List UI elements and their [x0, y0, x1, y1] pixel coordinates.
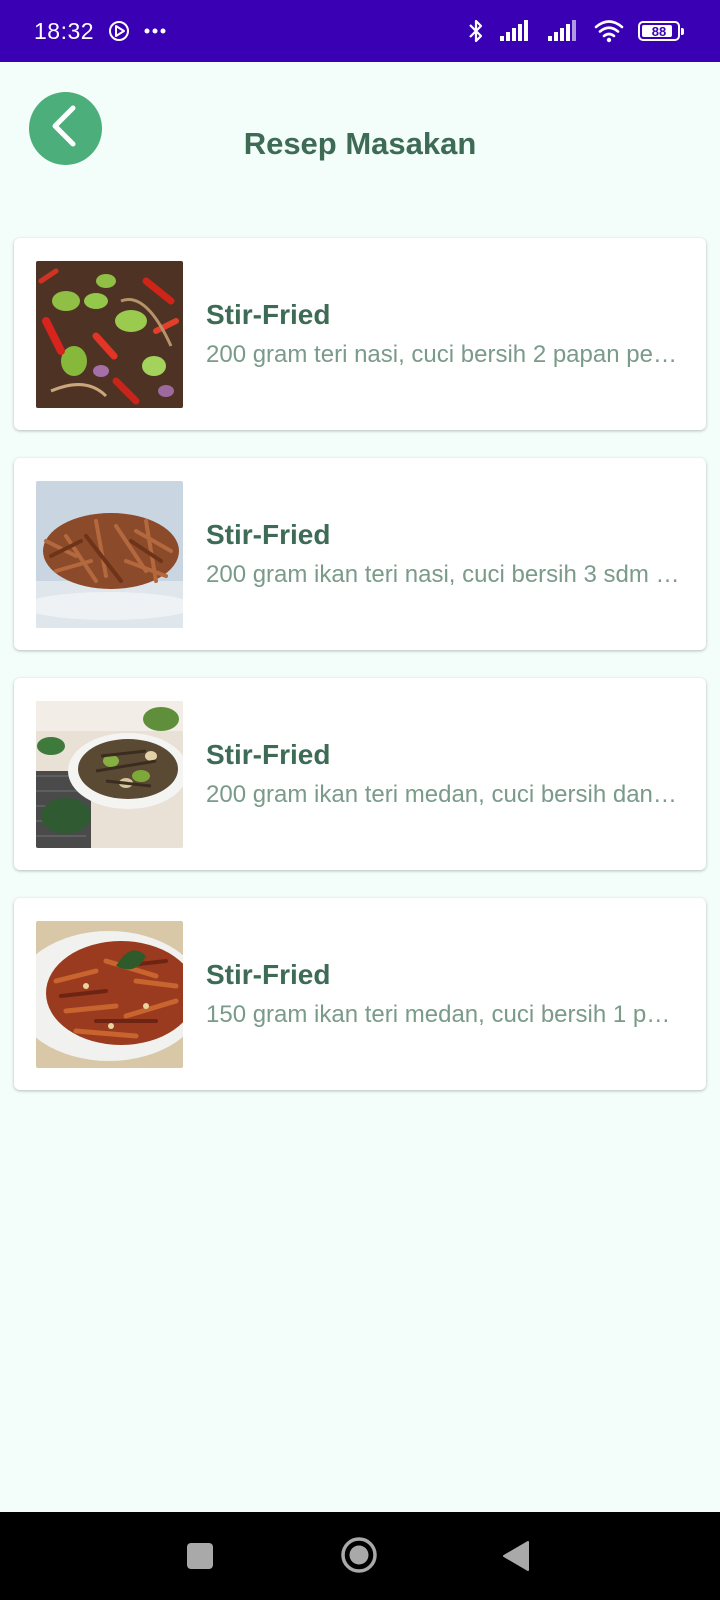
home-icon [340, 1536, 378, 1579]
recipe-title: Stir-Fried [206, 299, 331, 330]
status-right: 88 [468, 18, 684, 44]
battery-level: 88 [651, 23, 667, 39]
status-bar: 18:32 88 [0, 0, 720, 62]
media-icon [108, 20, 130, 42]
recipe-list: Stir-Fried 200 gram teri nasi, cuci bers… [14, 238, 706, 1118]
status-left: 18:32 [34, 18, 166, 45]
recipe-title: Stir-Fried [206, 519, 331, 550]
signal-icon [546, 20, 580, 42]
signal-icon [498, 20, 532, 42]
recipe-image [36, 480, 183, 628]
recipe-description: 200 gram ikan teri medan, cuci bersih da… [206, 781, 681, 808]
recipe-card[interactable]: Stir-Fried 150 gram ikan teri medan, cuc… [14, 898, 706, 1090]
recipe-description: 200 gram ikan teri nasi, cuci bersih 3 s… [206, 561, 681, 588]
recipe-card[interactable]: Stir-Fried 200 gram teri nasi, cuci bers… [14, 238, 706, 430]
recents-button[interactable] [186, 1542, 214, 1575]
bluetooth-icon [468, 18, 484, 44]
more-icon [144, 28, 166, 34]
recipe-image [36, 260, 183, 408]
recipe-image [36, 920, 183, 1068]
navigation-bar [0, 1512, 720, 1600]
back-icon [502, 1540, 530, 1577]
recipe-text: Stir-Fried 150 gram ikan teri medan, cuc… [206, 959, 681, 1029]
recipe-description: 200 gram teri nasi, cuci bersih 2 papan … [206, 341, 681, 368]
status-time: 18:32 [34, 17, 95, 44]
home-button[interactable] [340, 1536, 378, 1579]
wifi-icon [594, 19, 624, 43]
recipe-title: Stir-Fried [206, 959, 331, 990]
recipe-description: 150 gram ikan teri medan, cuci bersih 1 … [206, 1001, 681, 1028]
battery-icon: 88 [638, 21, 684, 41]
recipe-image [36, 700, 183, 848]
page-title: Resep Masakan [243, 126, 477, 161]
recipe-title: Stir-Fried [206, 739, 331, 770]
recipe-card[interactable]: Stir-Fried 200 gram ikan teri medan, cuc… [14, 678, 706, 870]
recipe-text: Stir-Fried 200 gram ikan teri nasi, cuci… [206, 519, 681, 589]
recipe-card[interactable]: Stir-Fried 200 gram ikan teri nasi, cuci… [14, 458, 706, 650]
back-nav-button[interactable] [502, 1540, 530, 1577]
recipe-text: Stir-Fried 200 gram ikan teri medan, cuc… [206, 739, 681, 809]
recipe-text: Stir-Fried 200 gram teri nasi, cuci bers… [206, 299, 681, 369]
header: Resep Masakan [0, 62, 720, 232]
recents-icon [186, 1542, 214, 1575]
